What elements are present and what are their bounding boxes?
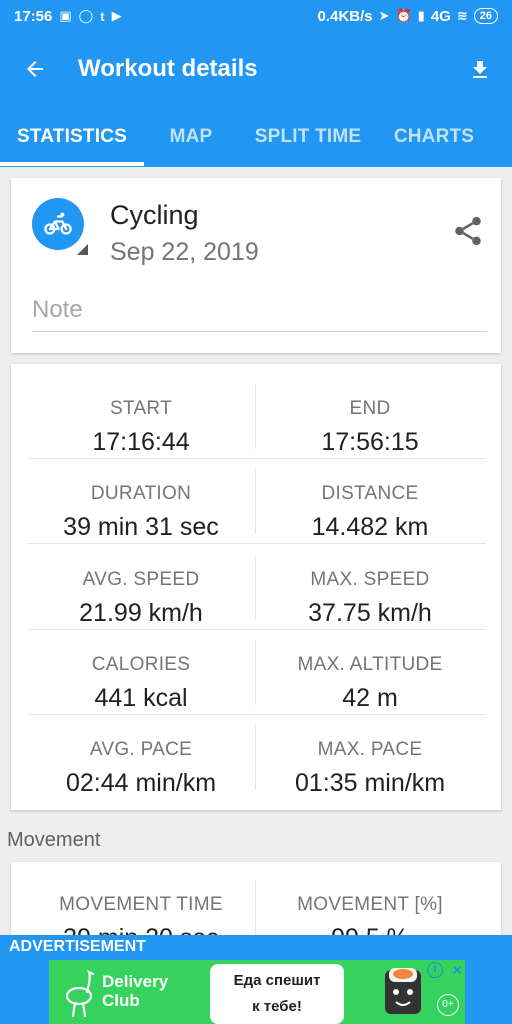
battery-indicator: 26 [473, 8, 498, 24]
stat-label: START [109, 398, 173, 419]
stat-value: 39 min 31 sec [63, 513, 219, 541]
stat-row: AVG. SPEED 21.99 km/h MAX. SPEED 37.75 k… [27, 545, 486, 630]
stat-value: 17:56:15 [321, 428, 419, 456]
whatsapp-icon: ◯ [78, 8, 94, 23]
ad-label: ADVERTISEMENT [9, 938, 146, 955]
stat-label: MOVEMENT [%] [297, 894, 443, 915]
stat-label: END [349, 398, 391, 419]
stat-value: 37.75 km/h [308, 599, 432, 627]
stat-duration: DURATION 39 min 31 sec [27, 459, 255, 544]
sushi-mascot-icon [385, 968, 421, 1014]
signal-icon: ▮ [417, 8, 425, 23]
bicycle-icon [44, 212, 72, 235]
ad-slogan-line2: к тебе! [252, 998, 302, 1015]
back-button[interactable] [0, 40, 70, 98]
ad-slogan: Еда спешит к тебе! [210, 964, 344, 1024]
stat-avg-speed: AVG. SPEED 21.99 km/h [27, 545, 255, 630]
note-field[interactable]: Note [32, 296, 487, 332]
stat-max-altitude: MAX. ALTITUDE 42 m [256, 630, 484, 715]
stat-value: 441 kcal [94, 684, 188, 712]
tab-map[interactable]: MAP [144, 112, 238, 162]
share-icon [455, 216, 481, 246]
ad-age-rating: 0+ [437, 994, 459, 1016]
stat-label: MAX. PACE [317, 739, 423, 760]
arrow-back-icon [27, 61, 43, 77]
tab-bar: STATISTICS MAP SPLIT TIME CHARTS [0, 112, 512, 167]
stat-label: AVG. SPEED [82, 569, 200, 590]
status-bar: 17:56 ▣ ◯ t ▶ 0.4KB/s ➤ ⏰ ▮ 4G ≋ 26 [0, 0, 512, 32]
ad-banner[interactable]: Delivery Club Еда спешит к тебе! i ✕ 0+ [49, 960, 465, 1024]
tab-charts[interactable]: CHARTS [378, 112, 490, 162]
page-title: Workout details [78, 55, 258, 82]
tab-split-time[interactable]: SPLIT TIME [238, 112, 378, 162]
stat-value: 02:44 min/km [65, 769, 217, 797]
divider [27, 543, 486, 544]
ad-info-icon[interactable]: i [427, 962, 443, 978]
network-speed: 0.4KB/s [317, 7, 373, 25]
stat-max-speed: MAX. SPEED 37.75 km/h [256, 545, 484, 630]
ad-close-icon[interactable]: ✕ [451, 962, 463, 979]
ad-brand: Delivery Club [102, 972, 168, 1010]
stat-label: MOVEMENT TIME [59, 894, 223, 915]
stat-calories: CALORIES 441 kcal [27, 630, 255, 715]
stat-label: DURATION [90, 483, 192, 504]
active-tab-indicator [0, 162, 144, 166]
download-icon [473, 61, 487, 78]
stat-label: CALORIES [91, 654, 191, 675]
activity-type-button[interactable] [32, 198, 84, 250]
toolbar: Workout details [0, 40, 512, 98]
activity-date: Sep 22, 2019 [110, 238, 259, 266]
stat-value: 14.482 km [311, 513, 429, 541]
stat-row: DURATION 39 min 31 sec DISTANCE 14.482 k… [27, 459, 486, 544]
youtube-icon: ▶ [111, 8, 122, 23]
tab-statistics[interactable]: STATISTICS [0, 112, 144, 162]
stat-avg-pace: AVG. PACE 02:44 min/km [27, 715, 255, 800]
stat-value: 01:35 min/km [294, 769, 446, 797]
movement-section-title: Movement [7, 829, 101, 851]
ostrich-logo-icon [65, 969, 95, 1018]
stat-end: END 17:56:15 [256, 374, 484, 459]
ad-slogan-line1: Еда спешит [233, 972, 321, 989]
tumblr-icon: t [100, 8, 105, 24]
ad-container: ADVERTISEMENT Delivery Club Еда спешит к… [0, 935, 512, 1024]
alarm-icon: ⏰ [395, 8, 412, 23]
stat-value: 21.99 km/h [79, 599, 203, 627]
gallery-icon: ▣ [59, 8, 72, 23]
share-button[interactable] [451, 214, 485, 248]
stat-row: AVG. PACE 02:44 min/km MAX. PACE 01:35 m… [27, 715, 486, 800]
stat-label: MAX. ALTITUDE [297, 654, 443, 675]
stat-row: CALORIES 441 kcal MAX. ALTITUDE 42 m [27, 630, 486, 715]
app-bar: 17:56 ▣ ◯ t ▶ 0.4KB/s ➤ ⏰ ▮ 4G ≋ 26 Work… [0, 0, 512, 167]
stat-label: AVG. PACE [89, 739, 193, 760]
ad-brand-line1: Delivery [102, 972, 169, 991]
ad-brand-line2: Club [102, 991, 140, 1010]
stat-start: START 17:16:44 [27, 374, 255, 459]
stat-max-pace: MAX. PACE 01:35 min/km [256, 715, 484, 800]
network-type: 4G [430, 7, 451, 25]
activity-name: Cycling [110, 200, 199, 230]
location-icon: ➤ [378, 8, 390, 23]
dropdown-triangle-icon [77, 244, 88, 255]
stat-value: 17:16:44 [92, 428, 190, 456]
stat-row: START 17:16:44 END 17:56:15 [27, 374, 486, 459]
stat-label: DISTANCE [321, 483, 419, 504]
wifi-icon: ≋ [456, 8, 468, 23]
stat-distance: DISTANCE 14.482 km [256, 459, 484, 544]
stats-card: START 17:16:44 END 17:56:15 DURATION 39 … [11, 364, 501, 810]
download-button[interactable] [462, 52, 498, 88]
stat-value: 42 m [342, 684, 398, 712]
status-time: 17:56 [14, 7, 53, 25]
activity-card: Cycling Sep 22, 2019 Note [11, 178, 501, 353]
stat-label: MAX. SPEED [310, 569, 430, 590]
